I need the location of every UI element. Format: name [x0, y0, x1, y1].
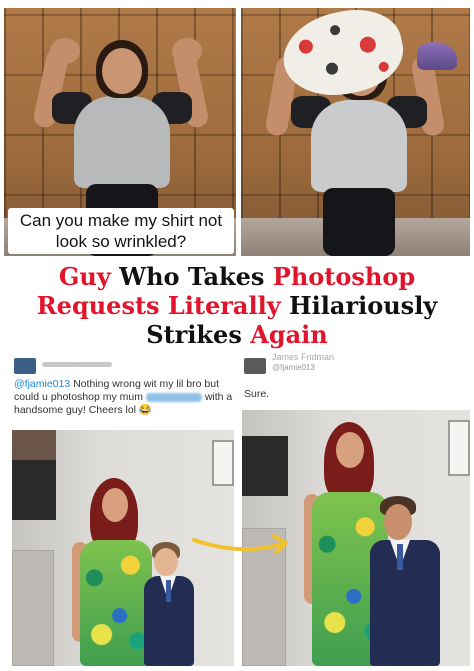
laughing-emoji-icon: 😂 — [138, 404, 152, 416]
blurred-mention — [145, 392, 202, 402]
avatar — [14, 358, 36, 374]
headline-line-2: Requests Literally Hilariously — [0, 291, 474, 320]
headline-word-photoshop: Photoshop — [272, 262, 416, 291]
request-tweet-text: @fjamie013 Nothing wrong wit my lil bro … — [14, 378, 236, 417]
headline-requests-literally: Requests Literally — [36, 291, 281, 320]
headline-hilariously: Hilariously — [280, 291, 438, 320]
headline-again: Again — [250, 320, 328, 349]
request-caption: Can you make my shirt not look so wrinkl… — [8, 208, 234, 254]
headline-strikes: Strikes — [146, 320, 251, 349]
original-photo-panel: Can you make my shirt not look so wrinkl… — [4, 8, 236, 256]
reply-tweet-text: Sure. — [244, 388, 270, 400]
headline: Guy Who Takes Photoshop Requests Literal… — [0, 258, 474, 349]
arrow-right-icon — [192, 534, 288, 554]
reply-display-name: James Fridman — [272, 352, 335, 362]
headline-line-1: Guy Who Takes Photoshop — [0, 262, 474, 291]
request-caption-text: Can you make my shirt not look so wrinkl… — [19, 211, 223, 251]
headline-line-3: Strikes Again — [0, 320, 474, 349]
reply-handle: @fjamie013 — [272, 363, 315, 372]
headline-who-takes: Who Takes — [110, 262, 273, 291]
blurred-username — [42, 362, 112, 367]
avatar — [244, 358, 266, 374]
request-tweet-panel: @fjamie013 Nothing wrong wit my lil bro … — [6, 352, 238, 666]
photoshopped-photo-panel — [241, 8, 470, 256]
reply-tweet-panel: James Fridman @fjamie013 Sure. — [240, 352, 470, 666]
tweet-handle[interactable]: @fjamie013 — [14, 378, 70, 390]
headline-word-guy: Guy — [58, 262, 111, 291]
